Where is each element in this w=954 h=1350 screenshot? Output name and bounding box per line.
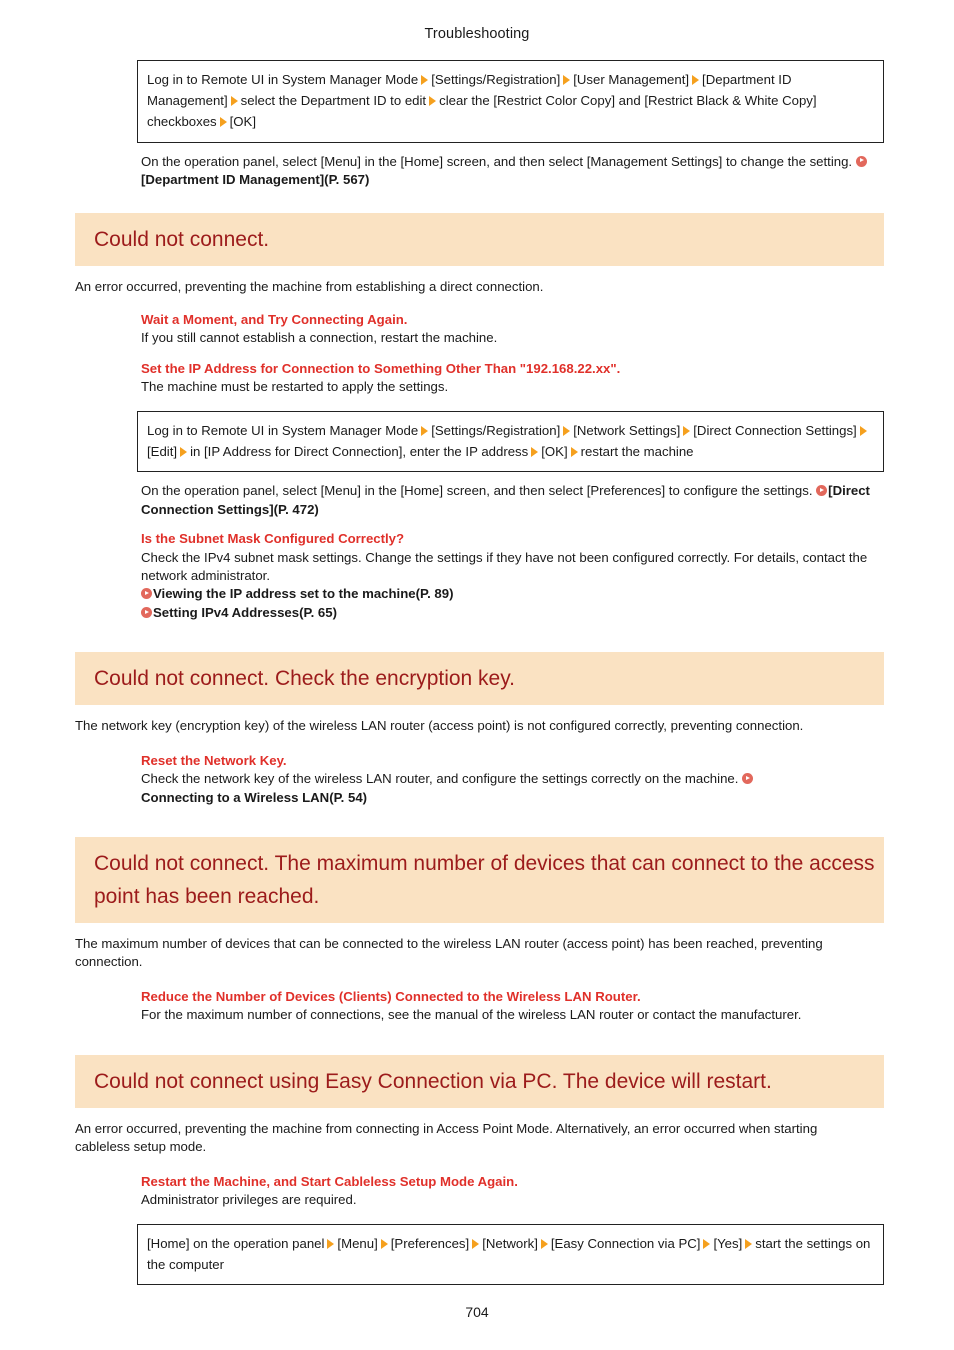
procedure-segment: in [IP Address for Direct Connection], e… (190, 444, 529, 460)
cross-reference-link[interactable]: Viewing the IP address set to the machin… (153, 586, 453, 601)
procedure-segment: [OK] (541, 444, 568, 460)
triangle-right-icon (563, 425, 571, 436)
remedy-body: Check the network key of the wireless LA… (141, 770, 881, 807)
procedure-segment: restart the machine (580, 444, 694, 460)
procedure-segment: Log in to Remote UI in System Manager Mo… (147, 422, 419, 438)
section-heading-max-devices-reached: Could not connect. The maximum number of… (75, 837, 884, 924)
cross-reference-row: Viewing the IP address set to the machin… (141, 585, 881, 603)
link-bullet-icon (855, 155, 867, 167)
note-text: On the operation panel, select [Menu] in… (141, 153, 853, 169)
procedure-segment: [Easy Connection via PC] (550, 1235, 701, 1251)
remedy-body: The machine must be restarted to apply t… (141, 379, 449, 395)
note-text: On the operation panel, select [Menu] in… (141, 483, 813, 499)
procedure-segment: [OK] (229, 114, 257, 130)
note-direct-connection: On the operation panel, select [Menu] in… (141, 482, 881, 519)
remedy-body: Check the IPv4 subnet mask settings. Cha… (141, 549, 868, 584)
triangle-right-icon (683, 425, 691, 436)
triangle-right-icon (421, 75, 429, 85)
triangle-right-icon (230, 96, 238, 107)
section-intro: An error occurred, preventing the machin… (75, 1120, 818, 1155)
triangle-right-icon (692, 75, 700, 85)
remedy-set-ip-address: Set the IP Address for Connection to Som… (141, 360, 881, 397)
procedure-segment: [Network] (482, 1235, 538, 1251)
link-bullet-icon (141, 606, 152, 618)
triangle-right-icon (421, 425, 429, 436)
procedure-segment: [Settings/Registration] (431, 422, 561, 438)
remedy-subnet-mask: Is the Subnet Mask Configured Correctly?… (141, 530, 881, 622)
procedure-segment: select the Department ID to edit (240, 93, 427, 109)
triangle-right-icon (540, 1238, 548, 1249)
triangle-right-icon (472, 1238, 480, 1249)
remedy-reduce-devices: Reduce the Number of Devices (Clients) C… (141, 988, 881, 1025)
document-page: Troubleshooting Log in to Remote UI in S… (0, 0, 954, 1350)
procedure-box-direct-connection: Log in to Remote UI in System Manager Mo… (137, 410, 884, 473)
remedy-wait-a-moment: Wait a Moment, and Try Connecting Again.… (141, 311, 881, 348)
procedure-segment: [Yes] (713, 1235, 743, 1251)
remedy-title: Reduce the Number of Devices (Clients) C… (141, 988, 641, 1004)
cross-reference-link[interactable]: Setting IPv4 Addresses(P. 65) (153, 605, 337, 620)
remedy-reset-network-key: Reset the Network Key. Check the network… (141, 752, 881, 807)
triangle-right-icon (531, 447, 539, 458)
page-content: Log in to Remote UI in System Manager Mo… (75, 60, 884, 1286)
remedy-title: Is the Subnet Mask Configured Correctly? (141, 531, 405, 547)
triangle-right-icon (327, 1238, 335, 1249)
note-department-id: On the operation panel, select [Menu] in… (141, 153, 881, 190)
remedy-title: Restart the Machine, and Start Cableless… (141, 1173, 518, 1189)
remedy-body: For the maximum number of connections, s… (141, 1007, 802, 1023)
remedy-body: Administrator privileges are required. (141, 1192, 357, 1208)
running-header: Troubleshooting (424, 26, 530, 42)
cross-reference-link[interactable]: Connecting to a Wireless LAN(P. 54) (141, 790, 367, 805)
procedure-segment: [Network Settings] (573, 422, 681, 438)
remedy-title: Set the IP Address for Connection to Som… (141, 360, 621, 376)
cross-reference-link[interactable]: [Department ID Management](P. 567) (141, 172, 369, 187)
triangle-right-icon (563, 75, 571, 85)
procedure-segment: Log in to Remote UI in System Manager Mo… (147, 72, 419, 87)
procedure-box-department-id: Log in to Remote UI in System Manager Mo… (137, 60, 884, 143)
procedure-segment: [Settings/Registration] (431, 72, 561, 87)
remedy-title: Reset the Network Key. (141, 752, 287, 768)
triangle-right-icon (429, 96, 437, 107)
triangle-right-icon (745, 1238, 753, 1249)
section-intro: An error occurred, preventing the machin… (75, 279, 544, 295)
page-number: 704 (465, 1304, 489, 1320)
remedy-title: Wait a Moment, and Try Connecting Again. (141, 311, 408, 327)
section-intro: The maximum number of devices that can b… (75, 936, 823, 970)
procedure-segment: [Home] on the operation panel (147, 1235, 325, 1251)
triangle-right-icon (570, 447, 578, 458)
section-heading-could-not-connect: Could not connect. (75, 213, 884, 267)
triangle-right-icon (703, 1238, 711, 1249)
procedure-segment: [Direct Connection Settings] (693, 422, 857, 438)
procedure-segment: [Preferences] (390, 1235, 470, 1251)
triangle-right-icon (180, 447, 188, 458)
remedy-body-text: Check the network key of the wireless LA… (141, 771, 739, 787)
link-bullet-icon (742, 773, 754, 785)
link-bullet-icon (816, 485, 828, 497)
link-bullet-icon (141, 588, 152, 600)
triangle-right-icon (859, 425, 867, 436)
cross-reference-row: Setting IPv4 Addresses(P. 65) (141, 604, 881, 622)
remedy-body: If you still cannot establish a connecti… (141, 330, 498, 346)
procedure-segment: [Menu] (337, 1235, 378, 1251)
section-heading-check-encryption-key: Could not connect. Check the encryption … (75, 652, 884, 706)
procedure-segment: [Edit] (147, 444, 178, 460)
remedy-restart-cableless-setup: Restart the Machine, and Start Cableless… (141, 1173, 881, 1210)
section-heading-easy-connection-via-pc: Could not connect using Easy Connection … (75, 1054, 884, 1108)
triangle-right-icon (380, 1238, 388, 1249)
section-intro: The network key (encryption key) of the … (75, 718, 804, 734)
triangle-right-icon (219, 117, 227, 128)
procedure-box-easy-connection: [Home] on the operation panel [Menu] [Pref… (137, 1223, 884, 1286)
procedure-segment: [User Management] (573, 72, 690, 87)
